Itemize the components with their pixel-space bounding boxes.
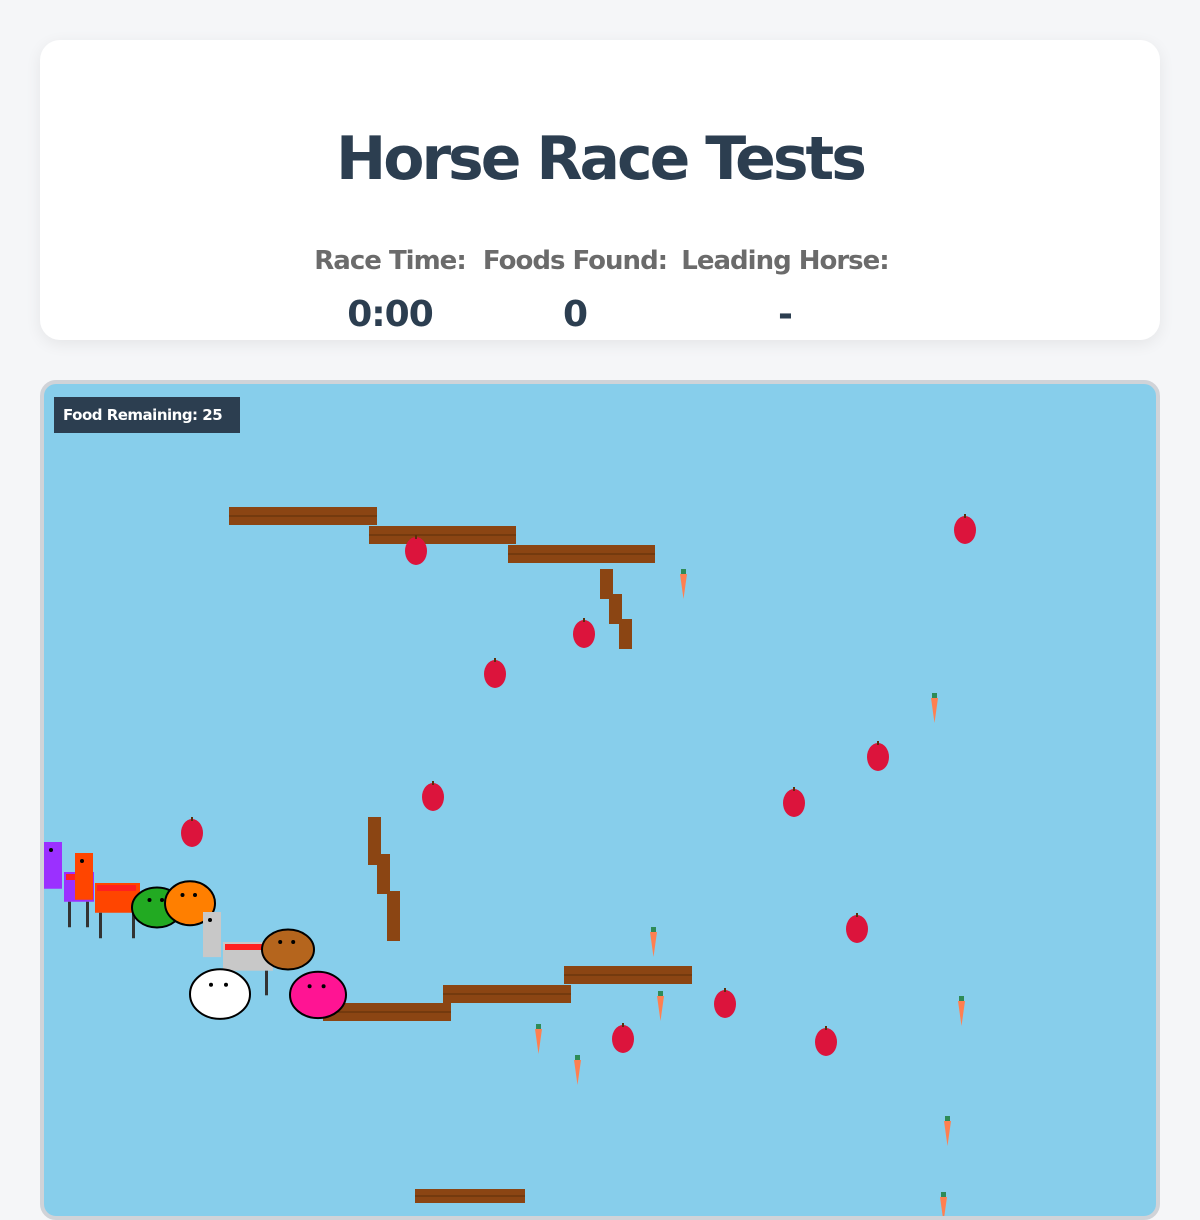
stat-foods-found: Foods Found: 0 bbox=[480, 246, 670, 335]
apple-icon bbox=[612, 1023, 634, 1053]
apple-icon bbox=[181, 817, 203, 847]
race-stats: Race Time: 0:00 Foods Found: 0 Leading H… bbox=[40, 246, 1160, 346]
foods-found-value: 0 bbox=[562, 294, 588, 335]
page-title: Horse Race Tests bbox=[336, 124, 867, 194]
race-time-label: Race Time: bbox=[314, 246, 466, 276]
orange-horse bbox=[75, 853, 140, 939]
stat-leading-horse: Leading Horse: - bbox=[680, 246, 890, 335]
game-canvas[interactable]: Food Remaining: 25 bbox=[40, 380, 1160, 1220]
carrot-icon bbox=[940, 1192, 947, 1216]
wooden-platform bbox=[619, 619, 632, 649]
apple-icon bbox=[714, 988, 736, 1018]
apple-icon bbox=[867, 741, 889, 771]
carrot-icon bbox=[931, 693, 938, 723]
wooden-platform bbox=[377, 854, 390, 894]
apple-icon bbox=[783, 787, 805, 817]
apple-icon bbox=[846, 913, 868, 943]
wooden-platform bbox=[415, 1189, 525, 1203]
brown-horse bbox=[261, 928, 315, 971]
apple-icon bbox=[573, 618, 595, 648]
wooden-platform bbox=[564, 966, 692, 984]
apple-icon bbox=[954, 514, 976, 544]
wooden-platform bbox=[387, 891, 400, 941]
race-time-value: 0:00 bbox=[347, 294, 434, 335]
carrot-icon bbox=[958, 996, 965, 1026]
carrot-icon bbox=[680, 569, 687, 599]
wooden-platform bbox=[443, 985, 571, 1003]
wooden-platform bbox=[229, 507, 377, 525]
foods-found-label: Foods Found: bbox=[482, 246, 668, 276]
apple-icon bbox=[484, 658, 506, 688]
food-remaining-counter: Food Remaining: 25 bbox=[54, 397, 240, 433]
white-horse bbox=[189, 968, 251, 1020]
leading-horse-value: - bbox=[778, 294, 793, 335]
stat-race-time: Race Time: 0:00 bbox=[310, 246, 470, 335]
carrot-icon bbox=[650, 927, 657, 957]
carrot-icon bbox=[574, 1055, 581, 1085]
game-world bbox=[44, 507, 976, 1216]
wooden-platform bbox=[508, 545, 655, 563]
apple-icon bbox=[815, 1026, 837, 1056]
carrot-icon bbox=[944, 1116, 951, 1146]
pink-horse bbox=[289, 970, 347, 1020]
carrot-icon bbox=[535, 1024, 542, 1054]
apple-icon bbox=[422, 781, 444, 811]
leading-horse-label: Leading Horse: bbox=[681, 246, 889, 276]
header-card: Horse Race Tests Race Time: 0:00 Foods F… bbox=[40, 40, 1160, 340]
carrot-icon bbox=[657, 991, 664, 1021]
wooden-platform bbox=[369, 526, 516, 544]
